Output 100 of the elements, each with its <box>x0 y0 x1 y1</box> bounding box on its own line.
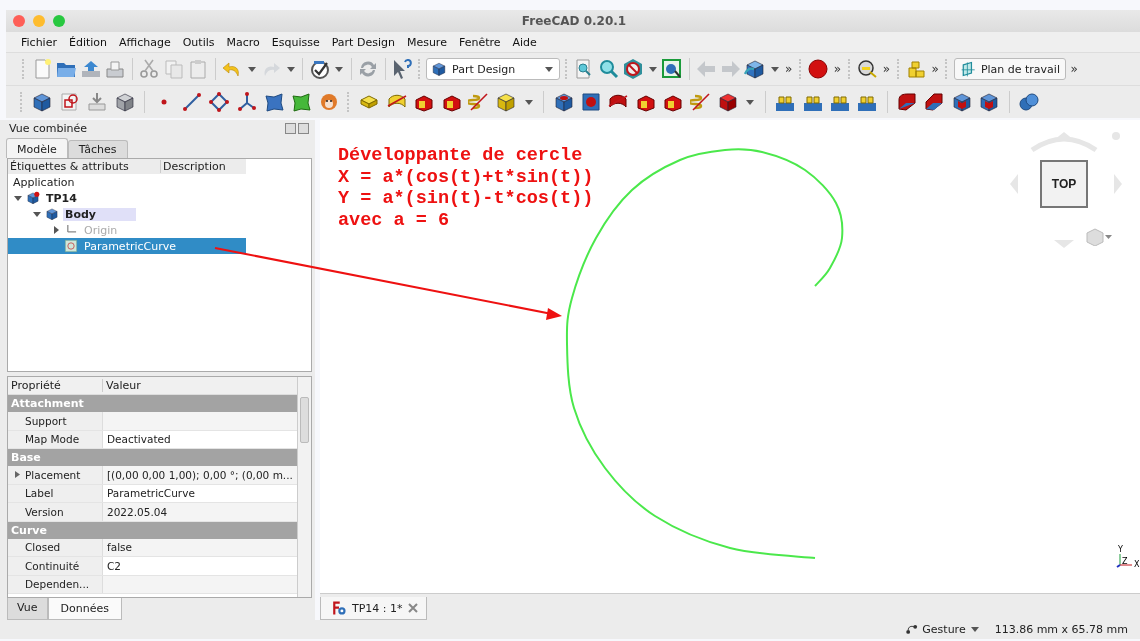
property-group: Base <box>8 449 297 466</box>
tree-item[interactable]: Body <box>8 206 246 222</box>
property-group: Attachment <box>8 395 297 412</box>
caret-icon[interactable] <box>335 66 343 72</box>
toolbar-overflow-button[interactable]: » <box>1068 62 1080 76</box>
workbench-dropdown[interactable]: Part Design <box>426 58 560 80</box>
axes-icon[interactable] <box>235 91 258 113</box>
property-value[interactable]: ParametricCurve <box>107 487 195 500</box>
diamond-icon[interactable] <box>208 91 231 113</box>
expanded-arrow-icon[interactable] <box>33 210 41 218</box>
tree-label: TP14 <box>45 191 78 205</box>
float-panel-button[interactable] <box>285 123 296 134</box>
property-value[interactable]: C2 <box>107 559 121 572</box>
caret-icon[interactable] <box>286 66 295 72</box>
property-name: Dependen... <box>25 578 90 591</box>
property-value[interactable]: [(0,00 0,00 1,00); 0,00 °; (0,00 m... <box>107 468 293 481</box>
caret-icon[interactable] <box>746 99 755 105</box>
record-icon[interactable] <box>807 58 830 80</box>
menu-item[interactable]: Fenêtre <box>452 35 507 49</box>
fillet-icon[interactable] <box>896 91 919 113</box>
menu-item[interactable]: Macro <box>220 35 266 49</box>
menu-item[interactable]: Mesure <box>400 35 453 49</box>
caret-icon[interactable] <box>524 99 533 105</box>
caret-icon[interactable] <box>970 627 979 632</box>
column-header[interactable]: Étiquettes & attributs <box>8 160 161 173</box>
cube-icon[interactable] <box>113 91 136 113</box>
tree-label: Application <box>12 175 76 189</box>
toolbar-overflow-button[interactable]: » <box>929 62 941 76</box>
cube-menu-icon[interactable] <box>1086 228 1112 246</box>
toolbar-overflow-button[interactable]: » <box>783 62 795 76</box>
helix-icon[interactable] <box>468 91 491 113</box>
navigation-arrows-drawing[interactable] <box>1010 132 1122 248</box>
tree-item[interactable]: ParametricCurve <box>8 238 246 254</box>
column-header[interactable]: Propriété <box>8 379 103 392</box>
box-selection-icon[interactable] <box>661 58 683 80</box>
part-body-icon[interactable] <box>31 91 54 113</box>
annotation-text: Développante de cercle X = a*(cos(t)+t*sin(t)) Y = a*(sin(t)-t*cos(t)) avec a = 6 <box>338 145 594 232</box>
panel-tab[interactable]: Données <box>47 598 122 620</box>
part-document-icon <box>26 191 40 205</box>
body-icon <box>45 207 59 221</box>
toolbar-overflow-button[interactable]: » <box>831 62 844 76</box>
caret-icon[interactable] <box>648 66 657 72</box>
workplane-button[interactable]: Plan de travail <box>953 58 1066 80</box>
menu-item[interactable]: Affichage <box>113 35 177 49</box>
menu-item[interactable]: Édition <box>62 35 113 49</box>
caret-icon[interactable] <box>545 66 553 72</box>
help-cursor-icon[interactable] <box>391 58 413 80</box>
menu-item[interactable]: Fichier <box>15 35 63 49</box>
tree-item[interactable]: Application <box>8 174 246 190</box>
collapsed-arrow-icon[interactable] <box>52 226 60 234</box>
column-header[interactable]: Description <box>161 160 226 173</box>
line-icon[interactable] <box>180 91 203 113</box>
axis-label: Z <box>1122 557 1128 566</box>
thickness-icon[interactable] <box>978 91 1001 113</box>
menu-item[interactable]: Aide <box>506 35 543 49</box>
panel-tab[interactable]: Vue <box>7 598 48 620</box>
navigation-style-dropdown[interactable]: Gesture <box>905 622 981 637</box>
measuring-tape-icon[interactable] <box>856 58 879 80</box>
pocket-icon[interactable] <box>552 91 575 113</box>
tree-item[interactable]: TP14 <box>8 190 246 206</box>
expanded-arrow-icon[interactable] <box>14 194 22 202</box>
cube-icon <box>431 61 447 77</box>
no-entry-icon[interactable] <box>622 58 644 80</box>
helix-icon[interactable] <box>689 91 712 113</box>
collapsed-arrow-icon[interactable] <box>13 471 20 479</box>
caret-icon[interactable] <box>247 66 256 72</box>
toolbar-overflow-button[interactable]: » <box>880 62 893 76</box>
scrollbar[interactable] <box>297 377 311 597</box>
document-tab[interactable]: TP14 : 1* <box>320 597 427 620</box>
column-header[interactable]: Valeur <box>103 379 297 392</box>
boolean-icon[interactable] <box>1018 91 1040 113</box>
property-name: Placement <box>25 468 81 481</box>
property-value[interactable]: Deactivated <box>107 433 171 446</box>
panel-tab[interactable]: Tâches <box>67 140 128 158</box>
shape-icon[interactable] <box>262 91 285 113</box>
menu-item[interactable]: Outils <box>176 35 221 49</box>
draft-icon[interactable] <box>950 91 973 113</box>
tree-label: Origin <box>83 223 119 237</box>
panel-tab[interactable]: Modèle <box>6 138 68 158</box>
sketch-icon[interactable] <box>58 91 81 113</box>
menu-item[interactable]: Esquisse <box>265 35 326 49</box>
magnifier-icon[interactable] <box>597 58 620 80</box>
property-value[interactable]: false <box>107 541 132 554</box>
hole-icon[interactable] <box>580 91 602 113</box>
shape-icon[interactable] <box>290 91 313 113</box>
close-panel-button[interactable] <box>298 123 309 134</box>
cube-icon[interactable] <box>716 91 739 113</box>
menu-item[interactable]: Part Design <box>325 35 401 49</box>
view-cube[interactable]: TOP <box>1040 160 1088 208</box>
close-icon[interactable] <box>407 603 418 613</box>
save-icon[interactable] <box>79 58 102 80</box>
cube-arrow-icon[interactable] <box>744 58 766 80</box>
caret-icon[interactable] <box>770 66 779 72</box>
cube-icon[interactable] <box>495 91 518 113</box>
check-icon[interactable] <box>308 58 331 80</box>
property-name: Closed <box>25 541 61 554</box>
import-icon[interactable] <box>86 91 109 113</box>
dimensions-readout: 113.86 mm x 65.78 mm <box>994 623 1128 636</box>
property-value[interactable]: 2022.05.04 <box>107 505 168 518</box>
chamfer-icon[interactable] <box>923 91 946 113</box>
